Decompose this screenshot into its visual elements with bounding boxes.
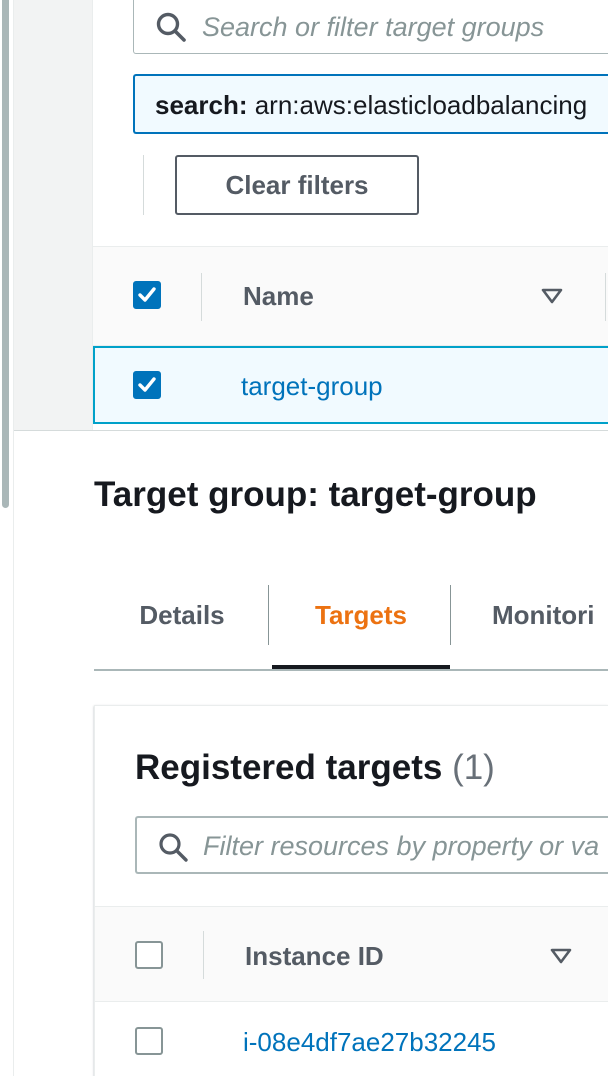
select-all-checkbox[interactable] [133,281,161,309]
targets-table-header: Instance ID [95,906,608,1002]
search-icon [156,12,186,42]
filter-divider [143,155,144,215]
column-divider [201,273,202,321]
search-icon [159,833,188,862]
tab-monitoring[interactable]: Monitori [492,585,608,669]
checkmark-icon [138,377,156,392]
row-checkbox[interactable] [133,371,161,399]
targets-filter-box[interactable] [135,816,608,874]
scrollbar-thumb[interactable] [2,0,9,508]
registered-targets-title: Registered targets (1) [135,748,495,788]
filter-token[interactable]: search: arn:aws:elasticloadbalancing [133,74,608,134]
clear-filters-button[interactable]: Clear filters [175,155,419,215]
column-divider [605,273,606,321]
target-row-checkbox[interactable] [135,1027,163,1055]
page-title: Target group: target-group [94,475,537,514]
target-group-name-link[interactable]: target-group [241,371,383,402]
tab-details[interactable]: Details [94,585,270,669]
column-header-name[interactable]: Name [243,281,314,312]
targets-filter-input[interactable] [203,829,603,863]
registered-targets-count: (1) [452,748,495,787]
instance-id-link[interactable]: i-08e4df7ae27b32245 [243,1027,496,1058]
target-group-search-box[interactable] [133,0,608,54]
tab-separator [268,585,269,645]
registered-targets-container: Registered targets (1) Instance ID i-08e… [94,705,608,1076]
column-header-instance-id[interactable]: Instance ID [245,941,384,972]
sort-down-icon[interactable] [550,948,572,964]
sort-down-icon[interactable] [541,288,563,304]
table-row[interactable]: i-08e4df7ae27b32245 [95,1002,608,1076]
filter-token-key: search: [155,90,248,120]
target-groups-table-header: Name [93,246,608,346]
tab-targets[interactable]: Targets [272,585,450,669]
registered-targets-title-text: Registered targets [135,748,443,787]
checkmark-icon [138,287,156,302]
target-groups-panel: search: arn:aws:elasticloadbalancing Cle… [92,0,608,430]
select-all-targets-checkbox[interactable] [135,941,163,969]
tab-separator [450,585,451,645]
left-gutter [0,0,14,1076]
target-groups-region: search: arn:aws:elasticloadbalancing Cle… [14,0,608,430]
target-group-search-input[interactable] [202,10,608,44]
target-group-detail-panel: Target group: target-group Details Targe… [14,430,608,1076]
detail-tabs: Details Targets Monitori [94,585,608,671]
table-row[interactable]: target-group [93,346,608,424]
filter-token-value: arn:aws:elasticloadbalancing [247,90,588,120]
column-divider [203,931,204,979]
